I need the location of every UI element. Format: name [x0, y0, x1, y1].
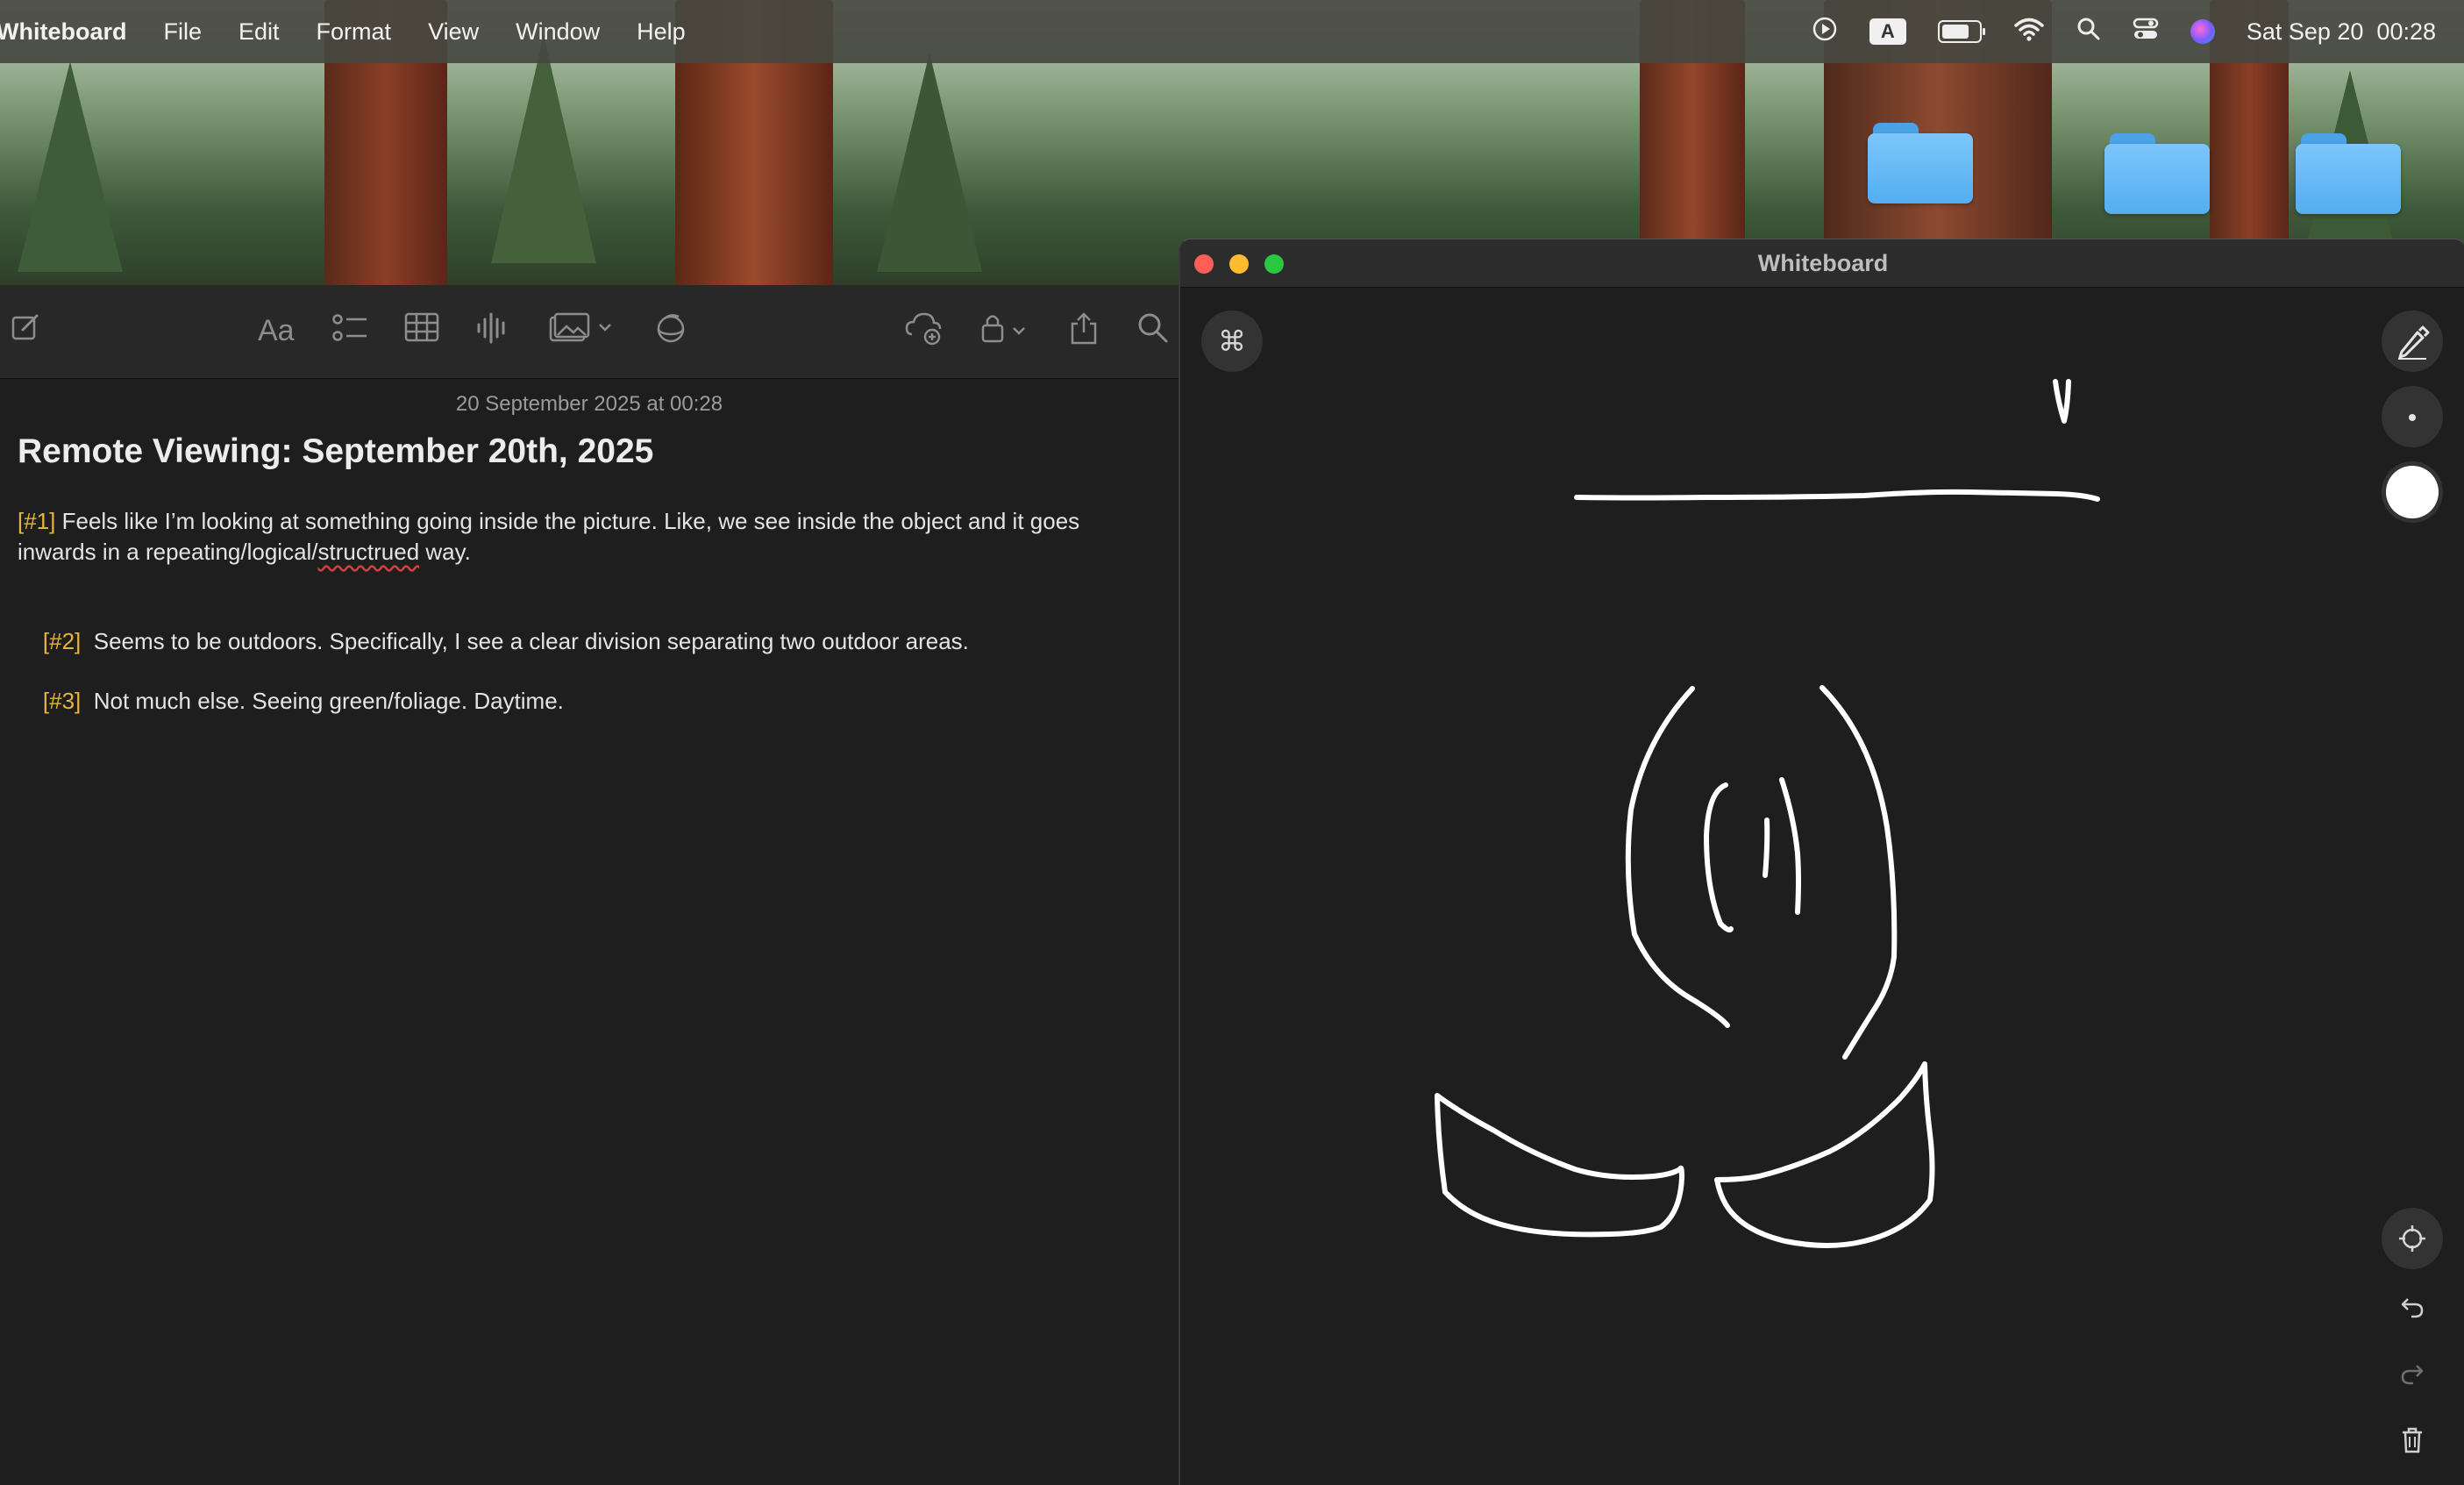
battery-icon[interactable]: [1937, 20, 1985, 43]
folder-body: [2104, 144, 2210, 214]
stroke-outer-left-arc: [1625, 686, 1730, 1028]
table-icon[interactable]: [403, 311, 440, 353]
current-color-swatch: [2386, 466, 2439, 518]
entry-tag: [#3]: [42, 688, 82, 714]
spotlight-search-icon[interactable]: [2076, 17, 2101, 47]
folder-body: [2296, 144, 2401, 214]
note-entry-1[interactable]: [#1] Feels like I’m looking at something…: [18, 506, 1157, 568]
siri-icon[interactable]: [2190, 19, 2215, 44]
menu-format[interactable]: Format: [317, 18, 392, 46]
menu-edit[interactable]: Edit: [239, 18, 280, 46]
collaboration-icon[interactable]: [652, 311, 689, 354]
note-title[interactable]: Remote Viewing: September 20th, 2025: [18, 432, 653, 471]
menu-help[interactable]: Help: [637, 18, 686, 46]
menu-clock[interactable]: Sat Sep 20 00:28: [2247, 18, 2436, 46]
stroke-outer-right-arc: [1820, 685, 1898, 1060]
stroke-right-leaf: [1714, 1061, 1935, 1248]
status-menus: A Sat Sep 20 00:28: [1812, 0, 2436, 63]
note-entry-3[interactable]: [#3] Not much else. Seeing green/foliage…: [18, 655, 1157, 747]
desktop-folder[interactable]: [2296, 133, 2401, 214]
menu-view[interactable]: View: [428, 18, 479, 46]
stroke-horizon-line: [1574, 489, 2100, 502]
menu-bar: Whiteboard File Edit Format View Window …: [0, 0, 2464, 63]
wifi-icon[interactable]: [2013, 17, 2045, 47]
sketch-strokes: [1435, 379, 2100, 1248]
notes-toolbar: Aa: [0, 285, 1179, 379]
media-icon[interactable]: [549, 311, 616, 353]
marker-tool-button[interactable]: [2382, 311, 2443, 372]
notes-window: Aa 20 September 2025 at 00:28 Remote Vie…: [0, 285, 1179, 1484]
menu-window[interactable]: Window: [516, 18, 600, 46]
checklist-icon[interactable]: [331, 311, 368, 353]
brush-size-button[interactable]: [2382, 386, 2443, 447]
drawing-canvas[interactable]: [1180, 239, 2464, 1485]
brush-size-dot: [2409, 414, 2416, 422]
command-button[interactable]: ⌘: [1201, 311, 1263, 372]
control-center-icon[interactable]: [2133, 17, 2159, 47]
lock-icon[interactable]: [980, 311, 1029, 354]
desktop-folder[interactable]: [1868, 123, 1973, 203]
entry-text: Not much else. Seeing green/foliage. Day…: [81, 688, 564, 714]
compose-icon[interactable]: [11, 311, 42, 351]
stroke-inner-mid: [1763, 817, 1770, 878]
undo-icon[interactable]: [2382, 1276, 2443, 1338]
redo-icon[interactable]: [2382, 1343, 2443, 1404]
share-collaborate-icon[interactable]: [905, 311, 944, 354]
entry-text: Feels like I’m looking at something goin…: [18, 508, 1080, 565]
stroke-inner-right: [1779, 777, 1801, 915]
trash-icon[interactable]: [2382, 1410, 2443, 1471]
entry-text: Seems to be outdoors. Specifically, I se…: [81, 628, 969, 654]
entry-tag: [#1]: [18, 508, 56, 534]
note-date: 20 September 2025 at 00:28: [455, 392, 723, 416]
input-source-icon[interactable]: A: [1869, 18, 1906, 45]
tree-shape: [877, 53, 982, 272]
entry-tag: [#2]: [42, 628, 82, 654]
stroke-left-leaf: [1435, 1093, 1684, 1238]
play-circle-icon[interactable]: [1812, 16, 1838, 48]
recenter-button[interactable]: [2382, 1208, 2443, 1269]
battery-level: [1941, 25, 1969, 39]
whiteboard-window: Whiteboard ⌘: [1179, 239, 2464, 1485]
app-menu[interactable]: Whiteboard: [0, 18, 127, 46]
stroke-inner-left: [1704, 782, 1734, 933]
format-text-icon[interactable]: Aa: [258, 314, 295, 348]
share-icon[interactable]: [1068, 311, 1100, 354]
misspelled-word[interactable]: structrued: [318, 539, 420, 565]
audio-waveform-icon[interactable]: [475, 311, 510, 353]
folder-body: [1868, 133, 1973, 203]
stroke-v-mark: [2053, 379, 2071, 424]
tree-shape: [491, 35, 596, 263]
search-icon[interactable]: [1136, 311, 1170, 353]
color-picker-button[interactable]: [2382, 461, 2443, 523]
tree-shape: [18, 61, 123, 272]
entry-text-end: way.: [419, 539, 471, 565]
desktop-folder[interactable]: [2104, 133, 2210, 214]
menu-file[interactable]: File: [164, 18, 203, 46]
